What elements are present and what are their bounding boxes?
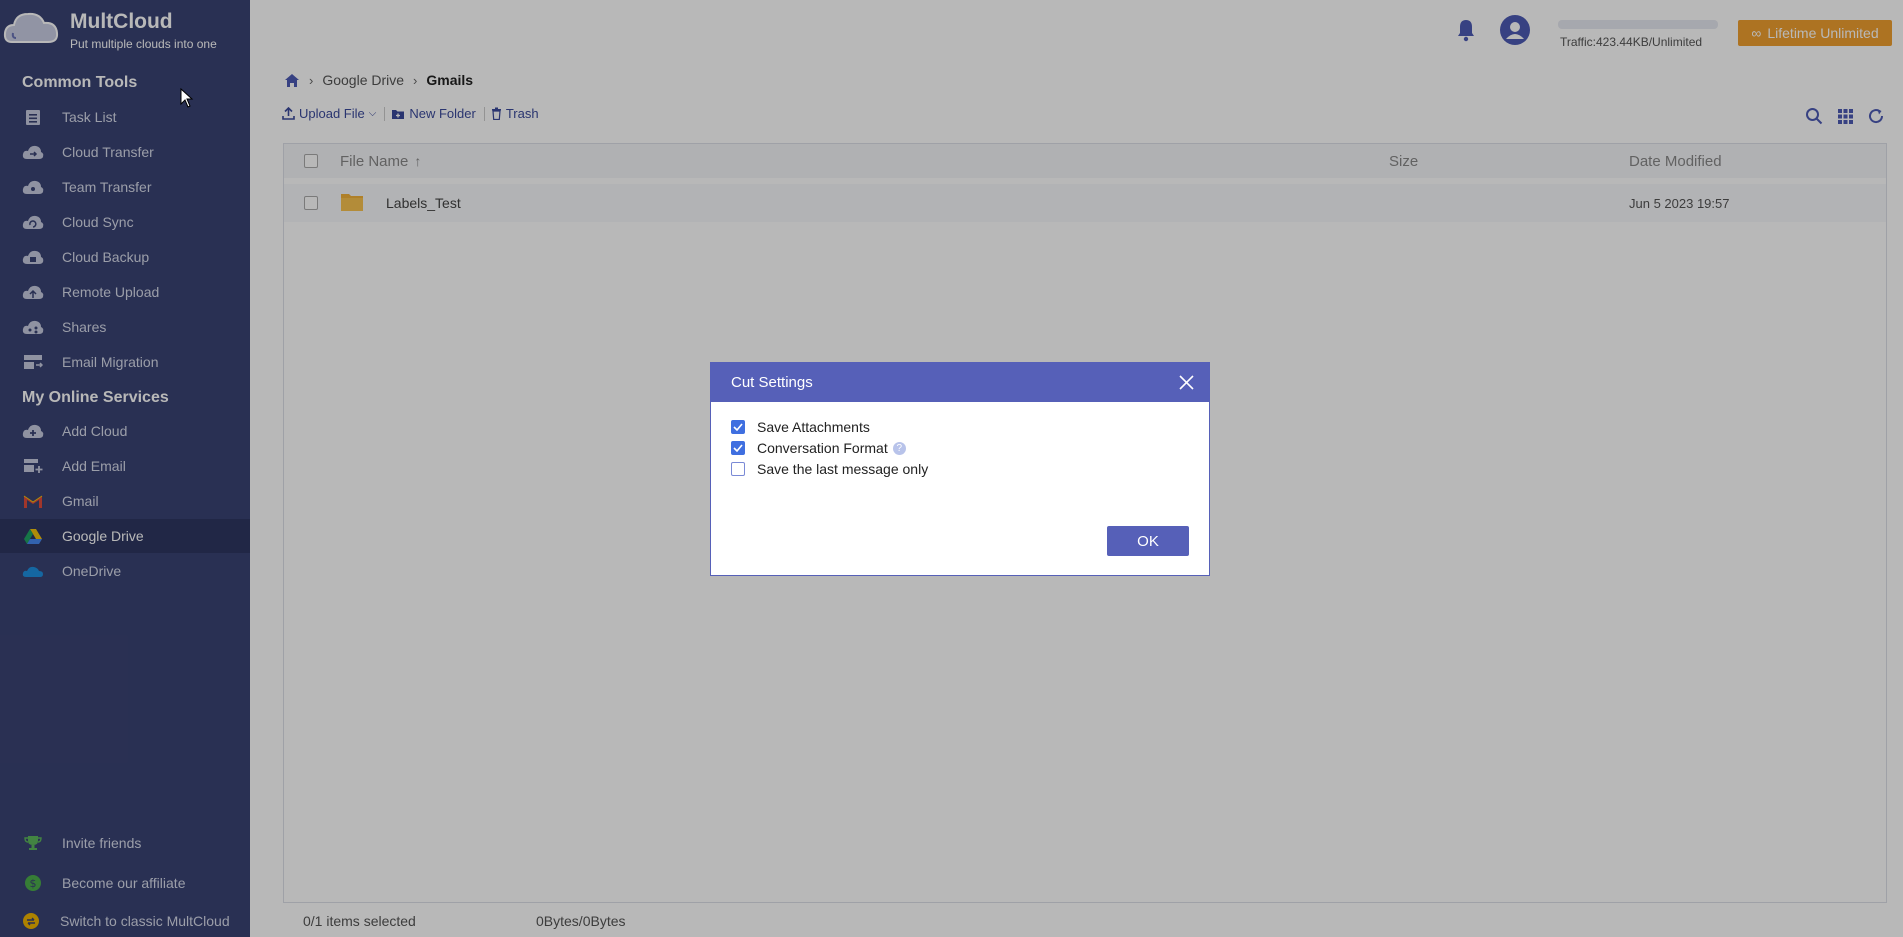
conversation-format-checkbox[interactable] — [731, 441, 745, 455]
ok-button[interactable]: OK — [1107, 526, 1189, 556]
conversation-format-option[interactable]: Conversation Format ? — [731, 440, 906, 456]
save-attachments-label: Save Attachments — [757, 419, 870, 435]
conversation-format-label: Conversation Format — [757, 440, 888, 456]
save-last-message-option[interactable]: Save the last message only — [731, 461, 928, 477]
save-attachments-checkbox[interactable] — [731, 420, 745, 434]
dialog-title: Cut Settings — [731, 374, 813, 391]
save-last-message-checkbox[interactable] — [731, 462, 745, 476]
dialog-header: Cut Settings — [711, 363, 1209, 402]
mouse-cursor-icon — [180, 88, 194, 108]
cut-settings-dialog: Cut Settings Save Attachments Conversati… — [710, 362, 1210, 576]
close-icon[interactable] — [1178, 374, 1195, 391]
save-last-message-label: Save the last message only — [757, 461, 929, 477]
help-icon[interactable]: ? — [892, 441, 906, 455]
save-attachments-option[interactable]: Save Attachments — [731, 419, 870, 435]
